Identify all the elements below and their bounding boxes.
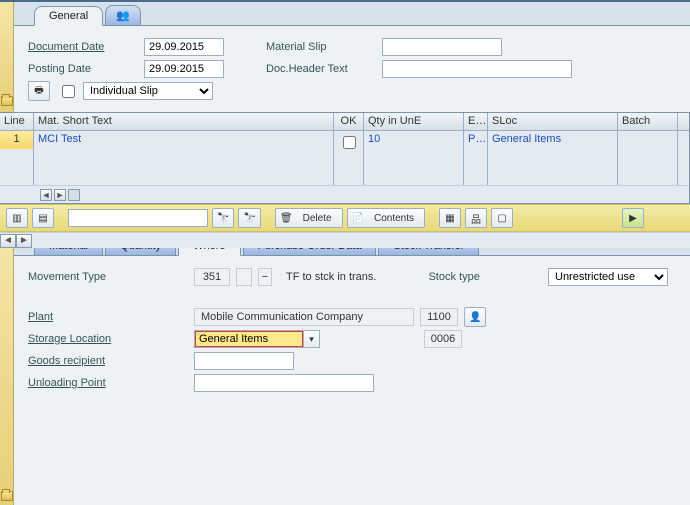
col-ok[interactable]: OK xyxy=(334,113,364,130)
select-all-button[interactable] xyxy=(6,208,28,228)
col-batch[interactable]: Batch xyxy=(618,113,678,130)
hierarchy-button[interactable] xyxy=(465,208,487,228)
doc-header-text-label: Doc.Header Text xyxy=(266,63,376,75)
storage-location-label: Storage Location xyxy=(28,333,188,345)
grid-settings-button[interactable] xyxy=(439,208,461,228)
goods-recipient-label: Goods recipient xyxy=(28,355,188,367)
binoculars-next-icon: 🔭 xyxy=(243,213,255,224)
contents-label: Contents xyxy=(374,213,414,224)
contents-button[interactable]: Contents xyxy=(347,208,425,228)
scroll-right-button[interactable]: ► xyxy=(16,234,32,248)
trash-icon xyxy=(280,213,293,224)
square-icon xyxy=(497,213,506,224)
folder-icon xyxy=(1,491,13,501)
plant-label: Plant xyxy=(28,311,188,323)
ok-checkbox[interactable] xyxy=(343,136,356,149)
movement-type-label: Movement Type xyxy=(28,271,188,283)
grid-header: Line Mat. Short Text OK Qty in UnE E... … xyxy=(0,113,689,131)
document-date-input[interactable] xyxy=(144,38,224,56)
top-tabbar: General xyxy=(14,2,690,26)
stock-type-label: Stock type xyxy=(428,271,518,283)
posting-date-input[interactable] xyxy=(144,60,224,78)
minus-icon xyxy=(262,271,268,283)
plant-text-box: Mobile Communication Company xyxy=(194,308,414,326)
tab-label: General xyxy=(49,10,88,22)
tree-icon xyxy=(471,211,481,226)
header-form: Document Date Material Slip Posting Date… xyxy=(14,26,690,112)
plant-code-box: 1100 xyxy=(420,308,458,326)
table-row[interactable]: 1 MCI Test 10 PC General Items xyxy=(0,131,689,149)
execute-icon: ▶ xyxy=(629,213,637,224)
select-all-icon xyxy=(12,213,21,224)
execute-button[interactable]: ▶ xyxy=(622,208,644,228)
filter-input[interactable] xyxy=(68,209,208,227)
storage-location-input[interactable] xyxy=(194,330,304,348)
cell-text[interactable]: MCI Test xyxy=(34,131,334,149)
sheet-icon xyxy=(352,213,364,224)
deselect-all-button[interactable] xyxy=(32,208,54,228)
cell-ok[interactable] xyxy=(334,131,364,149)
unloading-point-input[interactable] xyxy=(194,374,374,392)
delete-label: Delete xyxy=(303,213,332,224)
print-icon xyxy=(34,83,43,100)
storage-location-f4-button[interactable]: ▾ xyxy=(304,330,320,348)
scroll-left-button[interactable]: ◄ xyxy=(40,189,52,201)
document-date-label: Document Date xyxy=(28,41,138,53)
cell-line[interactable]: 1 xyxy=(0,131,34,149)
cell-batch[interactable] xyxy=(618,131,678,149)
items-grid: Line Mat. Short Text OK Qty in UnE E... … xyxy=(0,112,690,204)
people-icon xyxy=(116,9,130,22)
movement-type-box: 351 xyxy=(194,268,230,286)
mid-toolbar: 🔭 🔭 Delete Contents ▶ xyxy=(0,204,690,232)
col-mat-short-text[interactable]: Mat. Short Text xyxy=(34,113,334,130)
tab-general[interactable]: General xyxy=(34,6,103,26)
cell-e[interactable]: PC xyxy=(464,131,488,149)
posting-date-label: Posting Date xyxy=(28,63,138,75)
cell-qty[interactable]: 10 xyxy=(364,131,464,149)
col-eun[interactable]: E... xyxy=(464,113,488,130)
col-line[interactable]: Line xyxy=(0,113,34,130)
plant-search-button[interactable] xyxy=(464,307,486,327)
col-sloc[interactable]: SLoc xyxy=(488,113,618,130)
print-button[interactable] xyxy=(28,81,50,101)
movement-sub1-box xyxy=(236,268,252,286)
find-next-button[interactable]: 🔭 xyxy=(238,208,260,228)
grid-body: 1 MCI Test 10 PC General Items xyxy=(0,131,689,185)
where-form: Movement Type 351 TF to stck in trans. S… xyxy=(14,256,690,400)
bottom-scrollbar[interactable]: ◄ ► xyxy=(0,232,690,248)
storage-location-code-box: 0006 xyxy=(424,330,462,348)
movement-sub2-box xyxy=(258,268,272,286)
scroll-left-button[interactable]: ◄ xyxy=(0,234,16,248)
grid-icon xyxy=(445,213,454,224)
stock-type-select[interactable]: Unrestricted use xyxy=(548,268,668,286)
scroll-thumb[interactable] xyxy=(68,189,80,201)
goods-recipient-input[interactable] xyxy=(194,352,294,370)
table-row xyxy=(0,167,689,185)
unloading-point-label: Unloading Point xyxy=(28,377,188,389)
binoculars-icon: 🔭 xyxy=(217,213,229,224)
table-row xyxy=(0,149,689,167)
person-search-icon xyxy=(469,312,481,323)
movement-type-text: TF to stck in trans. xyxy=(286,271,376,283)
material-slip-input[interactable] xyxy=(382,38,502,56)
delete-button[interactable]: Delete xyxy=(275,208,343,228)
print-checkbox[interactable] xyxy=(62,85,75,98)
scroll-right-button[interactable]: ► xyxy=(54,189,66,201)
layout-button[interactable] xyxy=(491,208,513,228)
slip-type-select[interactable]: Individual Slip xyxy=(83,82,213,100)
tab-vendor[interactable] xyxy=(105,5,141,25)
folder-icon xyxy=(1,96,13,106)
doc-header-text-input[interactable] xyxy=(382,60,572,78)
deselect-all-icon xyxy=(38,213,47,224)
material-slip-label: Material Slip xyxy=(266,41,376,53)
grid-hscroll[interactable]: ◄ ► xyxy=(0,185,689,203)
cell-sloc[interactable]: General Items xyxy=(488,131,618,149)
find-button[interactable]: 🔭 xyxy=(212,208,234,228)
col-qty-in-une[interactable]: Qty in UnE xyxy=(364,113,464,130)
